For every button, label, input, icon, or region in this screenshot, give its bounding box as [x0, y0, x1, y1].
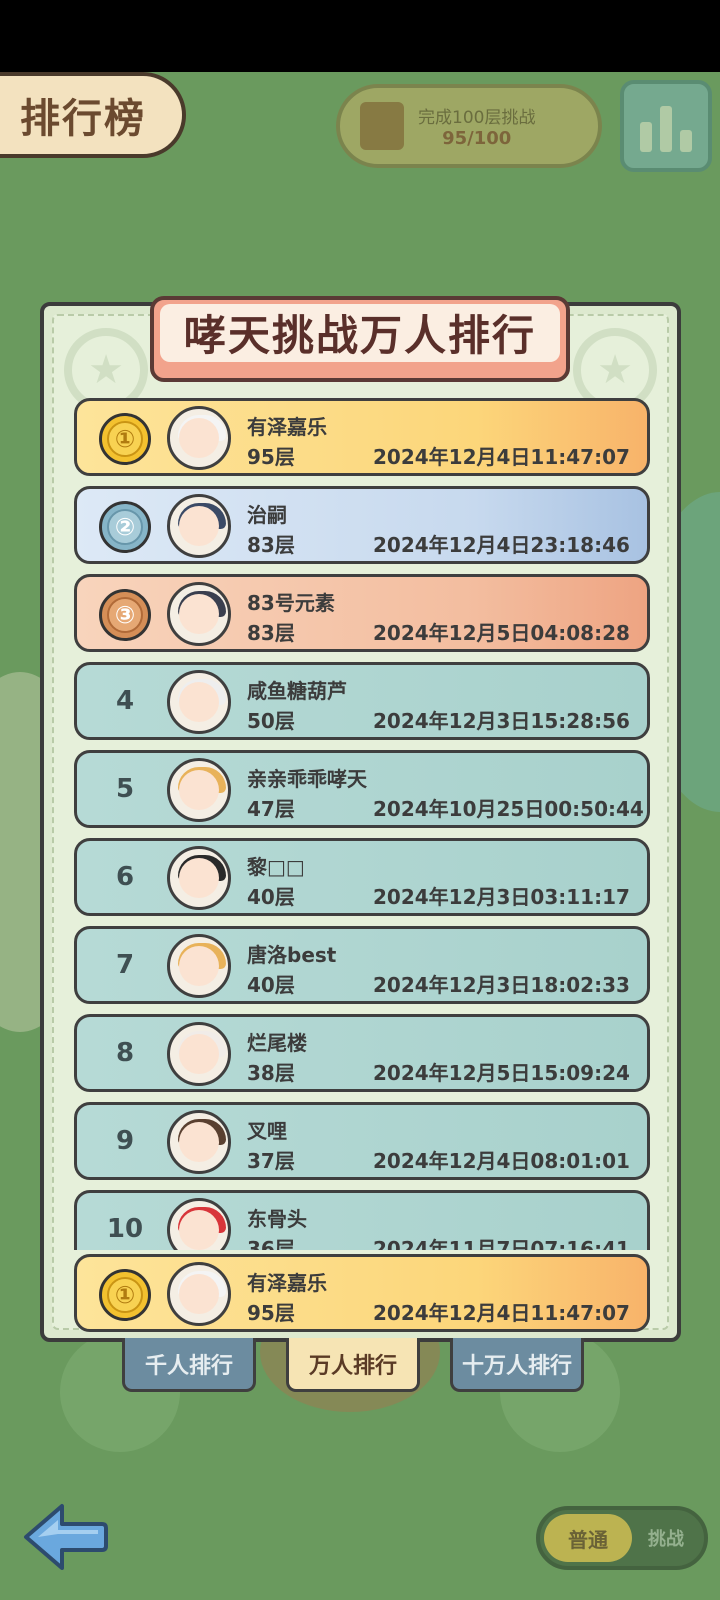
- avatar[interactable]: [167, 1022, 231, 1086]
- player-floor: 37层: [247, 1149, 295, 1173]
- player-time: 2024年12月3日15:28:56: [373, 709, 630, 733]
- player-time: 2024年10月25日00:50:44: [373, 797, 644, 821]
- player-name: 83号元素: [247, 591, 335, 615]
- mode-toggle-on: 普通: [544, 1514, 632, 1562]
- ranking-row: 4 咸鱼糖葫芦 50层 2024年12月3日15:28:56: [74, 662, 650, 740]
- back-button[interactable]: [22, 1500, 108, 1574]
- status-bar: [0, 0, 720, 72]
- silver-medal-icon: ②: [99, 501, 151, 553]
- ranking-row: 10 东骨头 36层 2024年11月7日07:16:41: [74, 1190, 650, 1250]
- player-name: 亲亲乖乖哮天: [247, 767, 367, 791]
- ranking-list[interactable]: ① 有泽嘉乐 95层 2024年12月4日11:47:07 ② 治嗣 83层 2024年12月…: [70, 398, 650, 1250]
- rank-number: 8: [115, 1038, 135, 1068]
- player-name: 治嗣: [247, 503, 287, 527]
- rank-number: 5: [115, 774, 135, 804]
- ranking-row: 9 叉哩 37层 2024年12月4日08:01:01: [74, 1102, 650, 1180]
- mode-toggle[interactable]: 普通 挑战: [536, 1506, 708, 1570]
- ranking-row: ① 有泽嘉乐 95层 2024年12月4日11:47:07: [74, 398, 650, 476]
- player-time: 2024年12月3日18:02:33: [373, 973, 630, 997]
- gift-icon: [360, 102, 404, 150]
- player-floor: 40层: [247, 885, 295, 909]
- my-rank-row: ① 有泽嘉乐 95层 2024年12月4日11:47:07: [74, 1254, 650, 1332]
- player-time: 2024年12月5日15:09:24: [373, 1061, 630, 1085]
- player-name: 东骨头: [247, 1207, 307, 1231]
- stats-chart-button[interactable]: [620, 80, 712, 172]
- tab-label: 万人排行: [308, 1353, 397, 1379]
- avatar[interactable]: [167, 1262, 231, 1326]
- avatar[interactable]: [167, 758, 231, 822]
- ranking-row: ② 治嗣 83层 2024年12月4日23:18:46: [74, 486, 650, 564]
- avatar[interactable]: [167, 846, 231, 910]
- avatar[interactable]: [167, 494, 231, 558]
- page-title: 排行榜: [0, 72, 186, 158]
- player-time: 2024年11月7日07:16:41: [373, 1237, 630, 1250]
- player-floor: 83层: [247, 533, 295, 557]
- ranking-row: 5 亲亲乖乖哮天 47层 2024年10月25日00:50:44: [74, 750, 650, 828]
- player-time: 2024年12月4日08:01:01: [373, 1149, 630, 1173]
- tab-hundred-thousand[interactable]: 十万人排行: [450, 1338, 584, 1392]
- player-name: 咸鱼糖葫芦: [247, 679, 347, 703]
- avatar[interactable]: [167, 934, 231, 998]
- avatar[interactable]: [167, 406, 231, 470]
- bar-chart-icon: [640, 122, 652, 152]
- player-time: 2024年12月4日11:47:07: [373, 445, 630, 469]
- task-progress-pill[interactable]: 完成100层挑战 95/100: [336, 84, 602, 168]
- player-name: 烂尾楼: [247, 1031, 307, 1055]
- gold-medal-icon: ①: [99, 413, 151, 465]
- player-time: 2024年12月5日04:08:28: [373, 621, 630, 645]
- ranking-row: 6 黎□□ 40层 2024年12月3日03:11:17: [74, 838, 650, 916]
- player-time: 2024年12月4日23:18:46: [373, 533, 630, 557]
- player-floor: 83层: [247, 621, 295, 645]
- panel-title: 哮天挑战万人排行: [183, 310, 536, 360]
- ranking-row: 7 唐洛best 40层 2024年12月3日18:02:33: [74, 926, 650, 1004]
- player-floor: 95层: [247, 445, 295, 469]
- rank-number: 7: [115, 950, 135, 980]
- back-arrow-icon: [24, 1504, 108, 1570]
- page-title-text: 排行榜: [20, 96, 146, 142]
- rank-number: 9: [115, 1126, 135, 1156]
- player-floor: 36层: [247, 1237, 295, 1250]
- rank-number: 10: [106, 1214, 144, 1244]
- avatar[interactable]: [167, 670, 231, 734]
- player-time: 2024年12月4日11:47:07: [373, 1301, 630, 1325]
- player-name: 唐洛best: [247, 943, 337, 967]
- panel-title-banner: 哮天挑战万人排行: [150, 296, 570, 382]
- task-progress: 95/100: [442, 128, 512, 149]
- bar-chart-icon: [680, 130, 692, 152]
- player-name: 有泽嘉乐: [247, 415, 327, 439]
- tab-ten-thousand[interactable]: 万人排行: [286, 1338, 420, 1392]
- bronze-medal-icon: ③: [99, 589, 151, 641]
- rank-number: 6: [115, 862, 135, 892]
- avatar[interactable]: [167, 582, 231, 646]
- player-name: 黎□□: [247, 855, 305, 879]
- player-name: 叉哩: [247, 1119, 287, 1143]
- avatar[interactable]: [167, 1110, 231, 1174]
- player-name: 有泽嘉乐: [247, 1271, 327, 1295]
- task-label: 完成100层挑战: [418, 108, 536, 128]
- player-floor: 40层: [247, 973, 295, 997]
- bar-chart-icon: [660, 106, 672, 152]
- mode-toggle-off: 挑战: [648, 1529, 684, 1550]
- avatar[interactable]: [167, 1198, 231, 1250]
- tab-label: 千人排行: [144, 1353, 233, 1379]
- player-time: 2024年12月3日03:11:17: [373, 885, 630, 909]
- gold-medal-icon: ①: [99, 1269, 151, 1321]
- player-floor: 47层: [247, 797, 295, 821]
- player-floor: 50层: [247, 709, 295, 733]
- rank-number: 4: [115, 686, 135, 716]
- tab-thousand[interactable]: 千人排行: [122, 1338, 256, 1392]
- ranking-row: ③ 83号元素 83层 2024年12月5日04:08:28: [74, 574, 650, 652]
- player-floor: 38层: [247, 1061, 295, 1085]
- tab-label: 十万人排行: [461, 1353, 572, 1379]
- ranking-row: 8 烂尾楼 38层 2024年12月5日15:09:24: [74, 1014, 650, 1092]
- player-floor: 95层: [247, 1301, 295, 1325]
